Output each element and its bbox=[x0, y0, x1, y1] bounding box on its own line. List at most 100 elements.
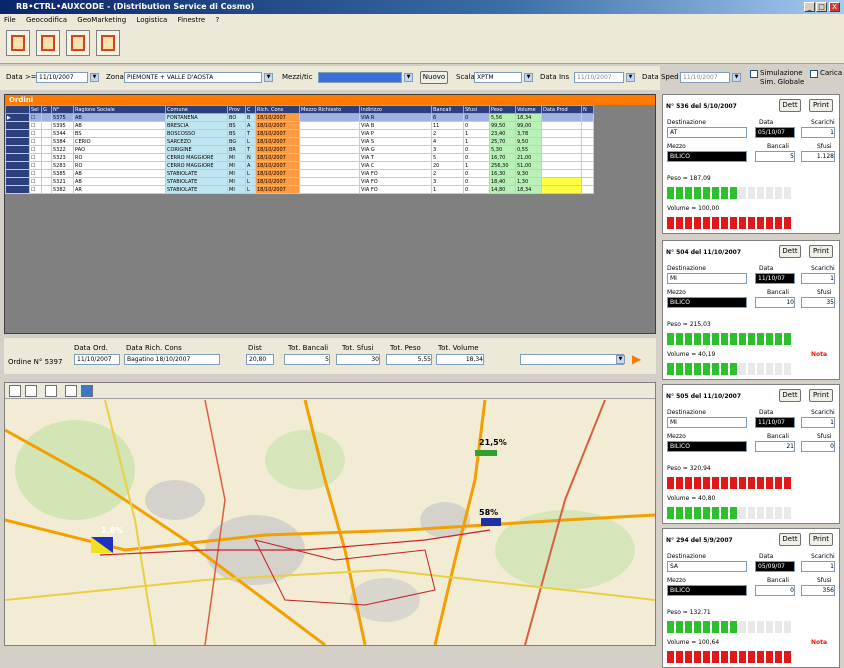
order-number-cell[interactable]: 5322 bbox=[51, 145, 74, 154]
sfusi-cell[interactable]: 0 bbox=[463, 185, 490, 194]
bancali-cell[interactable]: 4 bbox=[431, 137, 464, 146]
bancali-cell[interactable]: 20 bbox=[431, 161, 464, 170]
table-row[interactable]: ▶ ☐ 5375 AB FONTANENA BO B 18/10/2007 VIA R 6 0 5,5… bbox=[5, 113, 594, 122]
mezzo-cell[interactable] bbox=[299, 169, 360, 178]
comune-cell[interactable]: CORIGINE bbox=[165, 145, 228, 154]
rich-cons-cell[interactable]: 18/10/2007 bbox=[255, 185, 300, 194]
n-cell[interactable] bbox=[581, 129, 594, 138]
indirizzo-cell[interactable]: VIA FO bbox=[359, 185, 432, 194]
menu-logistica[interactable]: Logistica bbox=[136, 16, 167, 24]
indirizzo-cell[interactable]: VIA S bbox=[359, 137, 432, 146]
flag-cell[interactable] bbox=[41, 169, 52, 178]
c-cell[interactable]: L bbox=[245, 177, 256, 186]
comune-cell[interactable]: CERRO MAGGIORE bbox=[165, 161, 228, 170]
prov-cell[interactable]: BO bbox=[227, 113, 246, 122]
volume-cell[interactable]: 18,34 bbox=[515, 113, 542, 122]
col-peso[interactable]: Peso bbox=[489, 105, 516, 114]
mezzo-cell[interactable] bbox=[299, 137, 360, 146]
sfusi-cell[interactable]: 0 bbox=[463, 169, 490, 178]
mezzo-dropdown-icon[interactable]: ▼ bbox=[404, 73, 413, 82]
row-header[interactable] bbox=[5, 161, 30, 170]
order-number-cell[interactable]: 5382 bbox=[51, 185, 74, 194]
data-ins-input[interactable]: 11/10/2007 bbox=[574, 72, 624, 83]
data-prod-cell[interactable] bbox=[541, 113, 582, 122]
simulazione-checkbox[interactable] bbox=[750, 70, 758, 78]
select-checkbox[interactable]: ☐ bbox=[29, 185, 42, 194]
c-cell[interactable]: L bbox=[245, 185, 256, 194]
mezzo-cell[interactable] bbox=[299, 121, 360, 130]
col-sfusi[interactable]: Sfusi bbox=[463, 105, 490, 114]
close-button[interactable]: X bbox=[829, 2, 840, 12]
date-input[interactable]: 11/10/2007 bbox=[36, 72, 88, 83]
volume-cell[interactable]: 3,78 bbox=[515, 129, 542, 138]
select-checkbox[interactable]: ☐ bbox=[29, 169, 42, 178]
order-number-cell[interactable]: 5323 bbox=[51, 153, 74, 162]
mezzo-cell[interactable] bbox=[299, 185, 360, 194]
select-checkbox[interactable]: ☐ bbox=[29, 161, 42, 170]
flag-cell[interactable] bbox=[41, 121, 52, 130]
bancali-cell[interactable]: 11 bbox=[431, 121, 464, 130]
comune-cell[interactable]: BRESCIA bbox=[165, 121, 228, 130]
c-cell[interactable]: L bbox=[245, 169, 256, 178]
indirizzo-cell[interactable]: VIA T bbox=[359, 153, 432, 162]
n-cell[interactable] bbox=[581, 137, 594, 146]
flag-cell[interactable] bbox=[41, 161, 52, 170]
select-checkbox[interactable]: ☐ bbox=[29, 177, 42, 186]
print-button[interactable]: Print bbox=[809, 533, 833, 546]
ragione-cell[interactable]: AB bbox=[73, 169, 166, 178]
data-ins-dropdown-icon[interactable]: ▼ bbox=[626, 73, 635, 82]
n-cell[interactable] bbox=[581, 153, 594, 162]
dett-button[interactable]: Dett bbox=[779, 245, 801, 258]
data-prod-cell[interactable] bbox=[541, 185, 582, 194]
print-button[interactable]: Print bbox=[809, 389, 833, 402]
carica-checkbox[interactable] bbox=[810, 70, 818, 78]
select-checkbox[interactable]: ☐ bbox=[29, 137, 42, 146]
minimize-button[interactable]: _ bbox=[804, 2, 815, 12]
n-cell[interactable] bbox=[581, 113, 594, 122]
c-cell[interactable]: T bbox=[245, 129, 256, 138]
pointer-icon[interactable] bbox=[65, 385, 77, 397]
peso-cell[interactable]: 14,80 bbox=[489, 185, 516, 194]
order-number-cell[interactable]: 5395 bbox=[51, 121, 74, 130]
col-c[interactable]: C bbox=[245, 105, 256, 114]
col-data-prod[interactable]: Data Prod bbox=[541, 105, 582, 114]
rich-cons-cell[interactable]: 18/10/2007 bbox=[255, 137, 300, 146]
c-cell[interactable]: T bbox=[245, 145, 256, 154]
table-row[interactable]: ☐ 5321 AB STABIOLATE MI L 18/10/2007 VIA FO 3 0 18… bbox=[5, 177, 594, 186]
indirizzo-cell[interactable]: VIA C bbox=[359, 161, 432, 170]
peso-cell[interactable]: 16,30 bbox=[489, 169, 516, 178]
order-number-cell[interactable]: 5385 bbox=[51, 169, 74, 178]
order-number-cell[interactable]: 5344 bbox=[51, 129, 74, 138]
sfusi-cell[interactable]: 0 bbox=[463, 121, 490, 130]
ragione-cell[interactable]: BS bbox=[73, 129, 166, 138]
col-mezzo[interactable]: Mezzo Richiesto bbox=[299, 105, 360, 114]
mezzo-cell[interactable] bbox=[299, 129, 360, 138]
dett-button[interactable]: Dett bbox=[779, 389, 801, 402]
indirizzo-cell[interactable]: VIA G bbox=[359, 145, 432, 154]
sfusi-cell[interactable]: 0 bbox=[463, 113, 490, 122]
sfusi-cell[interactable]: 1 bbox=[463, 137, 490, 146]
prov-cell[interactable]: MI bbox=[227, 161, 246, 170]
ragione-cell[interactable]: CERIO bbox=[73, 137, 166, 146]
data-prod-cell[interactable] bbox=[541, 121, 582, 130]
volume-cell[interactable]: 99,00 bbox=[515, 121, 542, 130]
ragione-cell[interactable]: AB bbox=[73, 113, 166, 122]
prov-cell[interactable]: BG bbox=[227, 137, 246, 146]
ragione-cell[interactable]: RO bbox=[73, 153, 166, 162]
table-row[interactable]: ☐ 5382 AR STABIOLATE MI L 18/10/2007 VIA FO 1 0 14… bbox=[5, 185, 594, 194]
map-view[interactable]: 21,5% 58% 1,8% bbox=[5, 400, 655, 645]
c-cell[interactable]: A bbox=[245, 121, 256, 130]
zoom-out-icon[interactable] bbox=[25, 385, 37, 397]
col-g[interactable]: G bbox=[41, 105, 52, 114]
volume-cell[interactable]: 0,55 bbox=[515, 145, 542, 154]
bancali-cell[interactable]: 5 bbox=[431, 153, 464, 162]
order-number-cell[interactable]: 5283 bbox=[51, 161, 74, 170]
menu-geocodifica[interactable]: Geocodifica bbox=[26, 16, 67, 24]
layout-button[interactable] bbox=[66, 30, 90, 56]
table-row[interactable]: ☐ 5323 RO CERRO MAGGIORE MI N 18/10/2007 VIA T5… bbox=[5, 153, 594, 162]
zone-dropdown-icon[interactable]: ▼ bbox=[264, 73, 273, 82]
edit-button[interactable] bbox=[6, 30, 30, 56]
report-button[interactable] bbox=[96, 30, 120, 56]
zoom-in-icon[interactable] bbox=[9, 385, 21, 397]
volume-cell[interactable]: 51,00 bbox=[515, 161, 542, 170]
